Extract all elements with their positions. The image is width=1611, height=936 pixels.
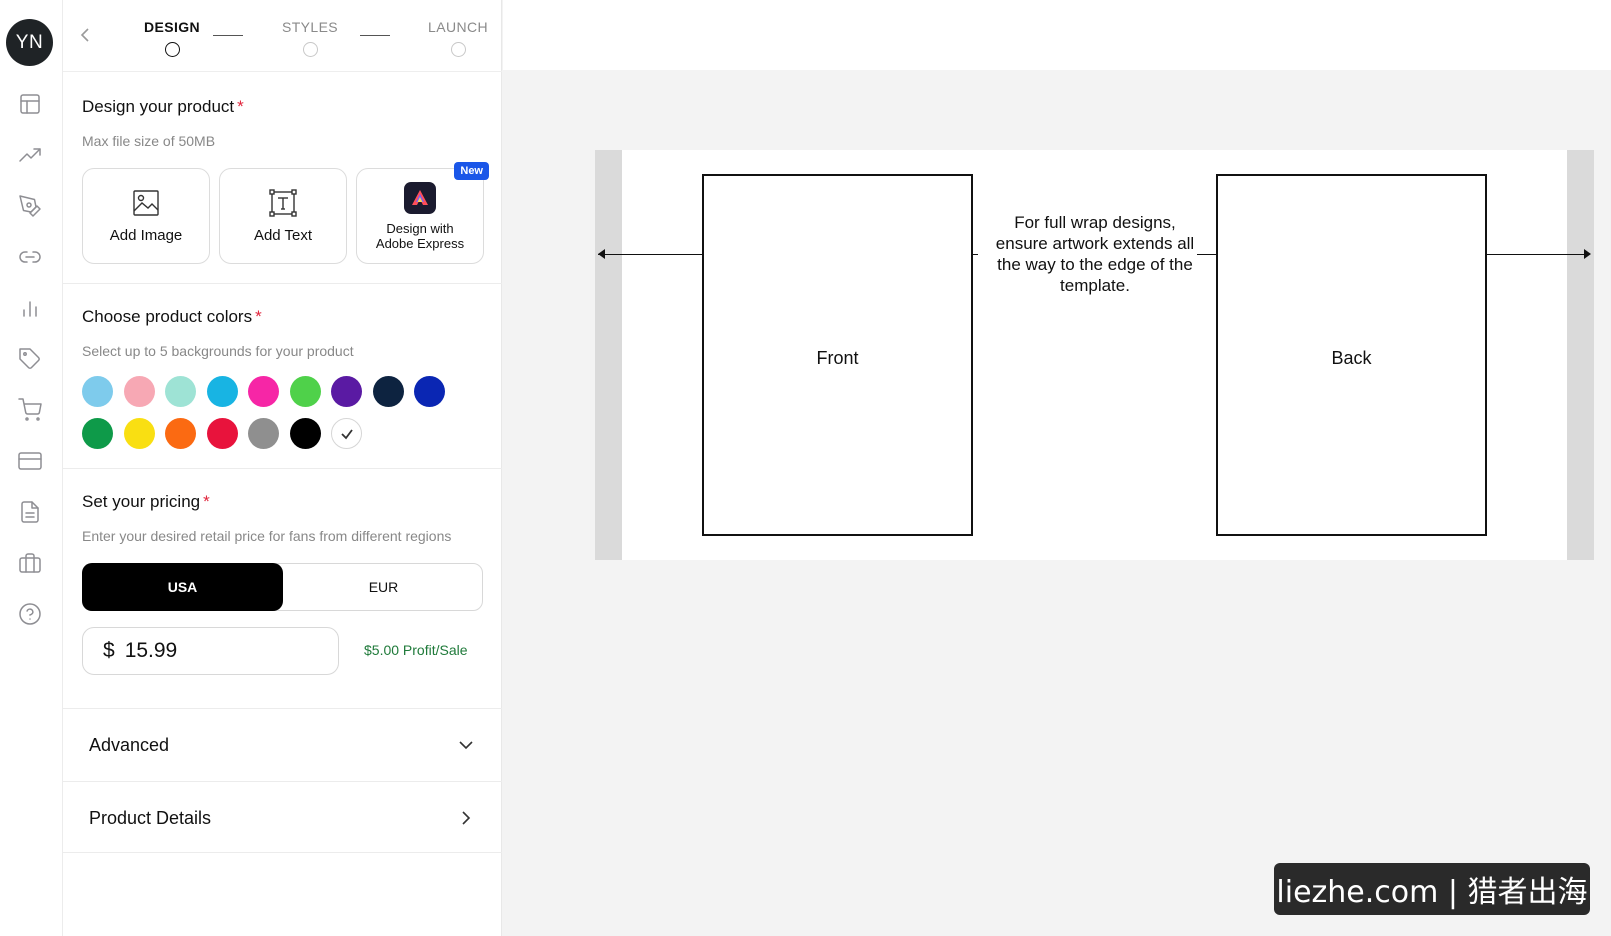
advanced-accordion[interactable]: Advanced [63, 709, 502, 781]
colors-hint: Select up to 5 backgrounds for your prod… [82, 343, 354, 359]
layout-icon[interactable] [17, 91, 43, 117]
price-input[interactable] [124, 639, 305, 663]
pricing-section-title: Set your pricing * [82, 492, 210, 512]
step-design-dot [164, 42, 180, 57]
bleed-right [1567, 150, 1594, 560]
color-swatch[interactable] [331, 376, 362, 407]
front-label: Front [816, 348, 859, 368]
section-divider [63, 468, 502, 469]
design-section-title: Design your product * [82, 97, 244, 117]
color-swatch[interactable] [82, 418, 113, 449]
watermark: liezhe.com | 猎者出海 [1274, 863, 1590, 915]
bar-chart-icon[interactable] [17, 295, 43, 321]
colors-title-text: Choose product colors [82, 307, 253, 326]
region-eur-button[interactable]: EUR [283, 563, 484, 611]
trend-icon[interactable] [17, 142, 43, 168]
full-wrap-note: For full wrap designs, ensure artwork ex… [995, 213, 1195, 295]
step-design[interactable]: DESIGN [127, 19, 217, 57]
advanced-title: Advanced [89, 735, 170, 755]
step-styles-label: STYLES [281, 19, 339, 35]
color-swatch[interactable] [248, 376, 279, 407]
color-swatch[interactable] [248, 418, 279, 449]
color-swatch[interactable] [372, 376, 404, 407]
color-swatch[interactable] [289, 376, 321, 407]
color-swatch[interactable] [82, 376, 113, 407]
document-icon[interactable] [17, 499, 43, 525]
design-title-text: Design your product [82, 97, 235, 116]
add-image-label: Add Image [109, 227, 183, 244]
step-connector [213, 35, 243, 36]
new-badge: New [454, 162, 489, 180]
chevron-down-icon [456, 735, 476, 755]
design-panel: DESIGN STYLES LAUNCH Design your product… [63, 0, 502, 936]
front-panel[interactable]: Front [702, 174, 973, 536]
required-mark: * [255, 307, 262, 326]
step-design-label: DESIGN [143, 19, 201, 35]
add-text-button[interactable]: Add Text [219, 168, 347, 264]
profit-label: $5.00 Profit/Sale [364, 642, 468, 658]
step-launch[interactable]: LAUNCH [413, 19, 503, 57]
image-icon [133, 190, 159, 216]
step-indicator: DESIGN STYLES LAUNCH [63, 0, 502, 72]
color-swatch[interactable] [331, 418, 362, 449]
design-hint: Max file size of 50MB [82, 133, 216, 149]
required-mark: * [237, 97, 244, 116]
avatar[interactable]: YN [6, 19, 53, 66]
briefcase-icon[interactable] [17, 550, 43, 576]
arrow-right-icon [1584, 249, 1591, 259]
color-swatch[interactable] [123, 418, 155, 449]
product-details-title: Product Details [89, 808, 212, 828]
text-box-icon [269, 189, 297, 217]
pricing-title-text: Set your pricing [82, 492, 201, 511]
step-launch-label: LAUNCH [428, 19, 488, 35]
section-divider [63, 852, 502, 853]
left-rail: YN [0, 0, 63, 936]
back-label: Back [1331, 348, 1372, 368]
required-mark: * [203, 492, 210, 511]
tag-icon[interactable] [17, 346, 43, 372]
color-swatch[interactable] [165, 418, 196, 449]
help-icon[interactable] [17, 601, 43, 627]
card-icon[interactable] [17, 448, 43, 474]
step-styles-dot [302, 42, 318, 57]
section-divider [63, 283, 502, 284]
region-usa-button[interactable]: USA [82, 563, 283, 611]
color-swatch[interactable] [206, 418, 238, 449]
color-swatch[interactable] [165, 376, 196, 407]
adobe-express-label-line2: Adobe Express [375, 236, 465, 251]
link-icon[interactable] [17, 244, 43, 270]
color-swatch[interactable] [206, 376, 238, 407]
pen-icon[interactable] [17, 193, 43, 219]
currency-symbol: $ [103, 639, 115, 662]
check-icon [340, 428, 353, 439]
color-swatch[interactable] [123, 376, 155, 407]
step-connector [360, 35, 390, 36]
canvas-top-bar [503, 0, 1611, 70]
adobe-express-label-line1: Design with [386, 221, 454, 236]
back-chevron-icon[interactable] [77, 26, 93, 44]
add-image-button[interactable]: Add Image [82, 168, 210, 264]
back-panel[interactable]: Back [1216, 174, 1487, 536]
arrow-left-icon [598, 249, 605, 259]
color-swatch[interactable] [289, 418, 321, 449]
colors-section-title: Choose product colors * [82, 307, 262, 327]
color-swatch[interactable] [414, 376, 445, 407]
region-toggle: USA EUR [82, 563, 483, 611]
print-template[interactable]: Front Back For full wrap designs, ensure… [595, 150, 1594, 560]
step-launch-dot [450, 42, 466, 57]
step-styles[interactable]: STYLES [265, 19, 355, 57]
chevron-right-icon [456, 808, 476, 828]
pricing-hint: Enter your desired retail price for fans… [82, 528, 452, 544]
bleed-left [595, 150, 622, 560]
price-field[interactable]: $ [82, 627, 339, 675]
adobe-express-icon [404, 182, 436, 214]
cart-icon[interactable] [17, 397, 43, 423]
adobe-express-button[interactable]: New Design with Adobe Express [356, 162, 489, 264]
add-text-label: Add Text [253, 227, 313, 244]
product-details-accordion[interactable]: Product Details [63, 782, 502, 854]
